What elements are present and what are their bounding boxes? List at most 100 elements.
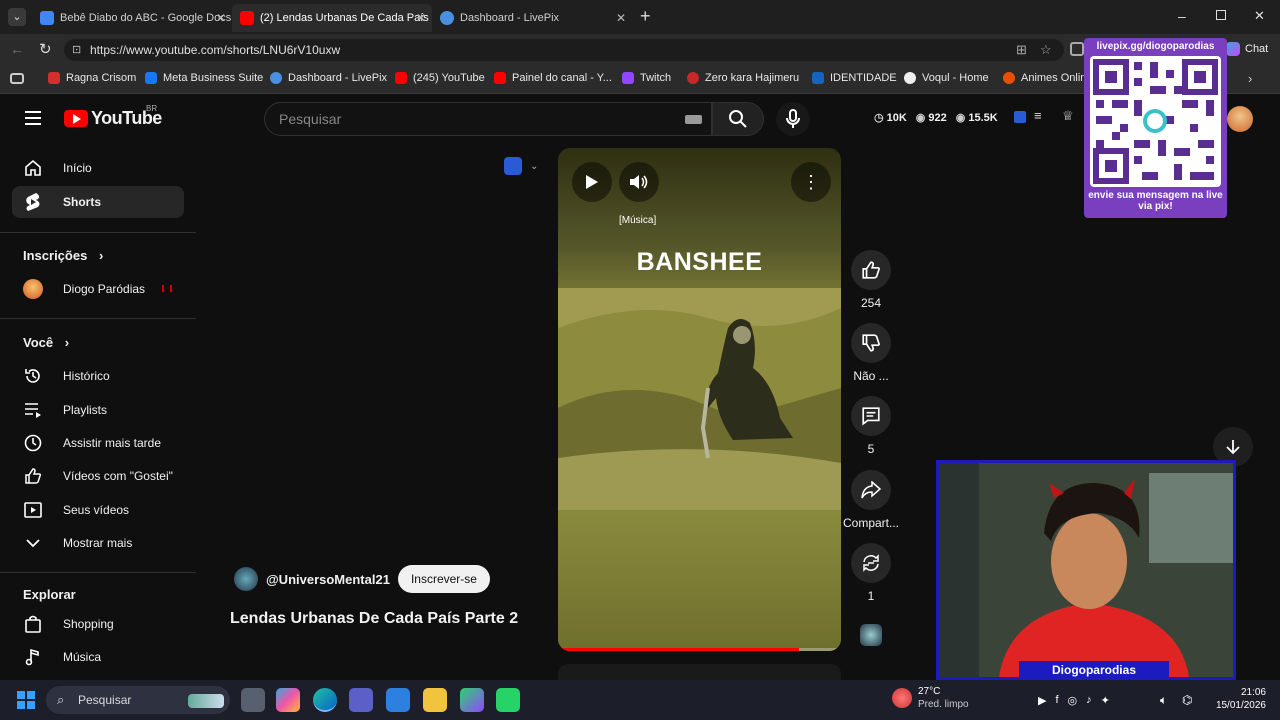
sidebar-item-show-more[interactable]: Mostrar mais — [12, 527, 184, 559]
sidebar-item-liked-videos[interactable]: Vídeos com "Gostei" — [12, 460, 184, 492]
channel-avatar[interactable] — [234, 567, 258, 591]
app-icon[interactable] — [460, 688, 484, 712]
minimize-button[interactable]: – — [1178, 8, 1186, 24]
chevron-right-icon[interactable]: › — [1248, 71, 1252, 86]
subscriptions-heading[interactable]: Inscrições › — [23, 248, 103, 263]
playlist-icon — [23, 400, 43, 420]
shorts-icon — [23, 192, 43, 212]
bookmark-painel[interactable]: Painel do canal - Y... — [494, 72, 612, 84]
close-window-button[interactable]: ✕ — [1254, 8, 1265, 24]
bookmark-voqul[interactable]: Voqul - Home — [904, 72, 989, 84]
app-icon[interactable]: ⊞ — [1016, 39, 1027, 61]
site-info-icon[interactable]: ⊡ — [72, 39, 81, 61]
sidebar-item-watch-later[interactable]: Assistir mais tarde — [12, 427, 184, 459]
sidebar-item-music[interactable]: Música — [12, 641, 184, 673]
menu-icon[interactable] — [25, 111, 41, 125]
teams-icon[interactable] — [349, 688, 373, 712]
search-input[interactable]: Pesquisar — [264, 102, 712, 136]
livepix-icon — [440, 11, 454, 25]
eye-icon: ◉ — [915, 112, 926, 124]
youtube-logo[interactable]: YouTube BR — [64, 104, 162, 129]
extension-dropdown[interactable]: ⌄ — [504, 157, 538, 175]
back-icon[interactable]: ← — [10, 41, 24, 57]
more-options-button[interactable]: ⋮ — [791, 162, 831, 202]
favorite-star-icon[interactable]: ☆ — [1040, 39, 1052, 61]
task-view-icon[interactable] — [241, 688, 265, 712]
bookmark-livepix[interactable]: Dashboard - LivePix — [270, 72, 387, 84]
windows-start-icon[interactable] — [17, 691, 35, 709]
new-tab-button[interactable]: + — [640, 6, 651, 27]
youtube-icon — [240, 11, 254, 25]
instagram-icon: ◎ — [1067, 695, 1078, 707]
maximize-button[interactable] — [1216, 10, 1226, 20]
tiktok-icon: ♪ — [1086, 694, 1092, 706]
tab-livepix[interactable]: Dashboard - LivePix ✕ — [432, 4, 632, 32]
next-short-preview — [558, 664, 841, 680]
video-progress-bar[interactable] — [558, 648, 841, 651]
network-icon[interactable]: ⌬ — [1182, 693, 1192, 707]
list-icon[interactable]: ≡ — [1034, 108, 1042, 123]
avatar[interactable] — [1227, 106, 1253, 132]
edge-icon[interactable] — [313, 688, 337, 712]
channel-name[interactable]: @UniversoMental21 — [266, 572, 390, 587]
trophy-icon[interactable]: ♕ — [1062, 108, 1074, 124]
video-title: Lendas Urbanas De Cada País Parte 2 — [230, 610, 519, 627]
reading-list-icon[interactable] — [10, 73, 24, 84]
sidebar-item-your-videos[interactable]: Seus vídeos — [12, 494, 184, 526]
bookmark-twitch[interactable]: Twitch — [622, 72, 671, 84]
bookmark-animes[interactable]: Animes Online — [1003, 72, 1093, 84]
comments-button[interactable]: 5 — [849, 396, 893, 456]
tab-google-docs[interactable]: Bebê Diabo do ABC - Google Docs ✕ — [32, 4, 232, 32]
url-field[interactable]: ⊡ https://www.youtube.com/shorts/LNU6rV1… — [64, 39, 1064, 61]
extension-badge-icon[interactable] — [1014, 111, 1026, 123]
bookmark-meta[interactable]: Meta Business Suite — [145, 72, 263, 84]
sidebar-item-playlists[interactable]: Playlists — [12, 394, 184, 426]
volume-icon[interactable]: 🔈︎ — [1160, 693, 1167, 708]
bookmark-youtube[interactable]: (245) YouTube — [395, 72, 485, 84]
sidebar-divider — [0, 572, 196, 573]
thumbs-up-icon — [23, 466, 43, 486]
close-icon[interactable]: ✕ — [216, 11, 226, 25]
you-heading[interactable]: Você › — [23, 335, 69, 350]
sound-avatar[interactable] — [860, 624, 882, 646]
meta-icon — [145, 72, 157, 84]
keyboard-icon[interactable] — [685, 115, 702, 124]
bookmark-ragna[interactable]: Ragna Crisom — [48, 72, 136, 84]
sidebar-item-shorts[interactable]: Shorts — [12, 186, 184, 218]
copilot-chat-button[interactable]: Chat — [1226, 42, 1268, 56]
weather-widget[interactable]: 27°C Pred. limpo — [892, 685, 969, 711]
tab-youtube[interactable]: (2) Lendas Urbanas De Cada País P ✕ — [232, 4, 432, 32]
sidebar-item-shopping[interactable]: Shopping — [12, 608, 184, 640]
channel-avatar — [23, 279, 43, 299]
store-icon[interactable] — [386, 688, 410, 712]
share-button[interactable]: Compart... — [843, 470, 899, 530]
microphone-icon — [786, 109, 800, 128]
subscribe-button[interactable]: Inscrever-se — [397, 565, 490, 593]
short-video-player[interactable]: ⋮ [Música] BANSHEE — [558, 148, 841, 651]
file-explorer-icon[interactable] — [423, 688, 447, 712]
bookmark-identidade[interactable]: IDENTIDADE — [812, 72, 897, 84]
search-button[interactable] — [712, 102, 764, 136]
sidebar-item-history[interactable]: Histórico — [12, 360, 184, 392]
eye-icon: ◉ — [955, 112, 966, 124]
reload-icon[interactable]: ↻ — [39, 40, 52, 58]
whatsapp-icon[interactable] — [496, 688, 520, 712]
close-icon[interactable]: ✕ — [416, 11, 426, 25]
chevron-down-icon: ⌄ — [530, 160, 539, 172]
copilot-icon[interactable] — [276, 688, 300, 712]
dislike-button[interactable]: Não ... — [849, 323, 893, 383]
taskbar-search[interactable]: ⌕ Pesquisar — [46, 686, 230, 714]
clock[interactable]: 21:06 15/01/2026 — [1208, 686, 1266, 712]
like-button[interactable]: 254 — [849, 250, 893, 310]
sidebar-item-home[interactable]: Início — [12, 152, 184, 184]
bookmark-zero-kara[interactable]: Zero kara Hajimeru — [687, 72, 799, 84]
tab-list-icon[interactable]: ⌄ — [8, 8, 26, 26]
play-button[interactable] — [572, 162, 612, 202]
extensions-icon[interactable] — [1070, 42, 1084, 56]
thumbs-down-icon — [851, 323, 891, 363]
remix-button[interactable]: 1 — [849, 543, 893, 603]
sidebar-item-diogo-parodias[interactable]: Diogo Paródias — [12, 273, 184, 305]
volume-button[interactable] — [619, 162, 659, 202]
close-icon[interactable]: ✕ — [616, 11, 626, 25]
voice-search-button[interactable] — [776, 102, 810, 136]
